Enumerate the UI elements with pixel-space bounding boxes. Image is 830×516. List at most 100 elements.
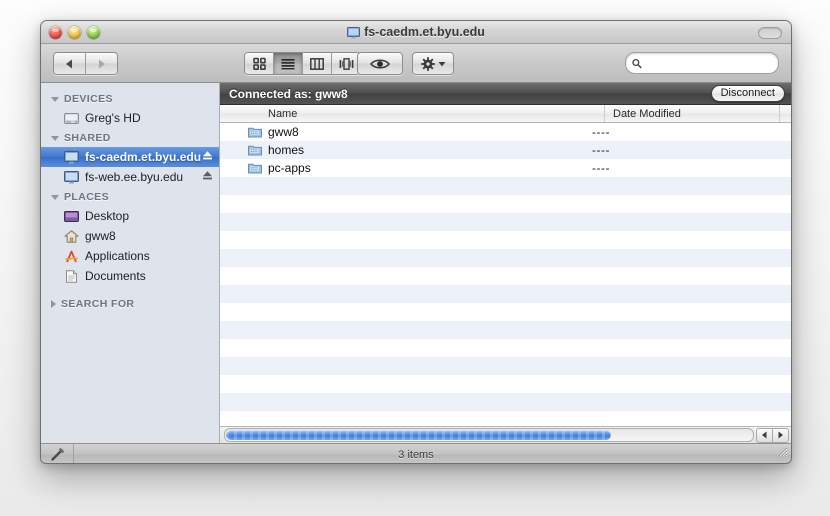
table-row[interactable]: gww8 ---- [220, 123, 791, 141]
file-date-cell: ---- [592, 125, 610, 139]
action-menu-button[interactable] [412, 52, 454, 75]
empty-row [220, 213, 791, 231]
disclosure-triangle-icon[interactable] [51, 300, 56, 308]
sidebar-item-documents[interactable]: Documents [41, 266, 219, 286]
file-name-text: gww8 [268, 125, 299, 139]
empty-row [220, 393, 791, 411]
horizontal-scrollbar[interactable] [220, 426, 791, 443]
eye-icon [370, 59, 390, 68]
disclosure-triangle-icon[interactable] [51, 194, 59, 200]
sidebar-item-label: Desktop [85, 209, 130, 223]
toolbar [41, 44, 791, 83]
resize-grip[interactable] [776, 444, 788, 462]
coverflow-view-button[interactable] [332, 53, 360, 74]
sidebar-item-label: Documents [85, 269, 146, 283]
empty-row [220, 411, 791, 426]
empty-row [220, 357, 791, 375]
column-header-date-modified[interactable]: Date Modified [605, 105, 780, 122]
list-icon [281, 58, 295, 69]
search-icon [632, 58, 642, 68]
column-headers: Name Date Modified [220, 105, 791, 123]
file-list[interactable]: gww8 ---- homes ---- pc-apps ---- [220, 123, 791, 426]
sidebar-item-applications[interactable]: Applications [41, 246, 219, 266]
scrollbar-thumb[interactable] [226, 430, 612, 440]
sidebar-item-label: fs-web.ee.byu.edu [85, 170, 184, 184]
eject-icon[interactable] [202, 170, 213, 184]
scroll-right-button[interactable] [772, 427, 789, 443]
back-button[interactable] [54, 53, 86, 74]
sidebar-item-gww8[interactable]: gww8 [41, 226, 219, 246]
desktop-icon [63, 210, 80, 223]
disclosure-triangle-icon[interactable] [51, 96, 59, 102]
status-bar: 3 items [41, 443, 791, 463]
back-arrow-icon [66, 59, 72, 68]
table-row[interactable]: pc-apps ---- [220, 159, 791, 177]
column-header-name[interactable]: Name [220, 105, 605, 122]
shared-folder-icon [248, 126, 262, 138]
applications-icon [63, 250, 80, 263]
display-icon [63, 150, 80, 164]
file-name-cell: homes [220, 143, 584, 157]
file-date-cell: ---- [592, 143, 610, 157]
sidebar-item-gregs-hd[interactable]: Greg's HD [41, 108, 219, 128]
chevron-down-icon [438, 61, 445, 66]
display-icon [347, 24, 361, 46]
pencil-icon [50, 447, 64, 461]
sidebar-item-fs-web[interactable]: fs-web.ee.byu.edu [41, 167, 219, 187]
sidebar-section-search-for[interactable]: SEARCH FOR [41, 294, 219, 313]
file-name-cell: gww8 [220, 125, 584, 139]
window-title-text: fs-caedm.et.byu.edu [364, 25, 485, 39]
list-view-button[interactable] [274, 53, 303, 74]
file-date-cell: ---- [592, 161, 610, 175]
search-input[interactable] [645, 56, 772, 70]
home-icon [63, 229, 80, 243]
shared-folder-icon [248, 144, 262, 156]
empty-row [220, 339, 791, 357]
columns-icon [310, 57, 324, 70]
file-name-text: homes [268, 143, 305, 157]
file-name-text: pc-apps [268, 161, 311, 175]
sidebar-section-places[interactable]: PLACES [41, 187, 219, 206]
forward-arrow-icon [99, 59, 105, 68]
column-view-button[interactable] [303, 53, 332, 74]
navigation-buttons [53, 52, 118, 75]
sidebar-item-label: Greg's HD [85, 111, 141, 125]
forward-button[interactable] [86, 53, 117, 74]
window-title: fs-caedm.et.byu.edu [41, 21, 791, 43]
shared-folder-icon [248, 162, 262, 174]
toolbar-toggle-button[interactable] [758, 27, 782, 39]
item-count-label: 3 items [398, 448, 434, 461]
sidebar-section-shared[interactable]: SHARED [41, 128, 219, 147]
coverflow-icon [339, 57, 353, 70]
sidebar-item-desktop[interactable]: Desktop [41, 206, 219, 226]
connected-as-label: Connected as: gww8 [229, 86, 348, 101]
scroll-left-button[interactable] [756, 427, 772, 443]
view-mode-buttons [244, 52, 361, 75]
disconnect-button[interactable]: Disconnect [710, 85, 785, 102]
main-pane: Connected as: gww8 Disconnect Name Date … [220, 83, 791, 443]
sidebar-item-label: gww8 [85, 229, 116, 243]
sidebar-item-label: fs-caedm.et.byu.edu [85, 150, 202, 164]
empty-row [220, 249, 791, 267]
search-field[interactable] [625, 52, 779, 74]
table-row[interactable]: homes ---- [220, 141, 791, 159]
eject-icon[interactable] [202, 150, 213, 164]
title-bar: fs-caedm.et.byu.edu [41, 21, 791, 44]
sidebar-section-label: DEVICES [64, 93, 113, 105]
empty-row [220, 285, 791, 303]
harddisk-icon [63, 112, 80, 125]
scrollbar-track[interactable] [224, 428, 754, 442]
sidebar-item-label: Applications [85, 249, 150, 263]
quick-look-button[interactable] [357, 52, 403, 75]
empty-row [220, 177, 791, 195]
documents-icon [63, 269, 80, 283]
empty-row [220, 267, 791, 285]
gear-icon [420, 56, 435, 71]
sidebar-item-fs-caedm[interactable]: fs-caedm.et.byu.edu [41, 147, 219, 167]
disclosure-triangle-icon[interactable] [51, 135, 59, 141]
file-name-cell: pc-apps [220, 161, 584, 175]
edit-button[interactable] [41, 444, 74, 463]
icon-view-button[interactable] [245, 53, 274, 74]
sidebar-section-devices[interactable]: DEVICES [41, 89, 219, 108]
display-icon [63, 170, 80, 184]
